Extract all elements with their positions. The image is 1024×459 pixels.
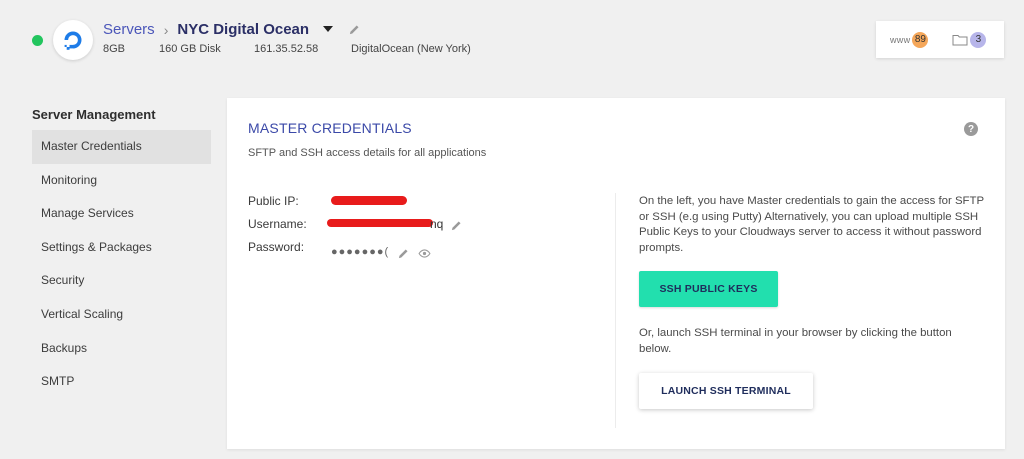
server-provider: DigitalOcean (New York): [351, 43, 471, 55]
sidebar-item-vertical-scaling[interactable]: Vertical Scaling: [32, 298, 211, 332]
www-icon: www: [890, 34, 911, 45]
folders-badge[interactable]: 3: [952, 31, 987, 48]
sidebar-nav: Master Credentials Monitoring Manage Ser…: [32, 130, 211, 399]
server-disk: 160 GB Disk: [159, 43, 221, 55]
password-masked-value: ●●●●●●●(: [331, 246, 390, 258]
server-ip: 161.35.52.58: [254, 43, 319, 55]
edit-server-name-pencil-icon[interactable]: [349, 24, 360, 35]
launch-ssh-terminal-button[interactable]: LAUNCH SSH TERMINAL: [639, 373, 813, 409]
sidebar-item-monitoring[interactable]: Monitoring: [32, 164, 211, 198]
panel-subtitle: SFTP and SSH access details for all appl…: [248, 147, 487, 159]
folder-icon: [952, 33, 968, 46]
server-name: NYC Digital Ocean: [177, 21, 310, 38]
edit-username-pencil-icon[interactable]: [451, 220, 462, 231]
public-ip-label: Public IP:: [248, 194, 299, 208]
show-password-eye-icon[interactable]: [418, 249, 431, 258]
username-visible-tail: nq: [430, 217, 444, 231]
breadcrumb-servers-link[interactable]: Servers: [103, 21, 155, 38]
sidebar-item-settings-packages[interactable]: Settings & Packages: [32, 231, 211, 265]
username-value-redacted: [327, 219, 433, 227]
breadcrumb: Servers › NYC Digital Ocean: [103, 21, 360, 38]
sidebar-item-manage-services[interactable]: Manage Services: [32, 197, 211, 231]
public-ip-value-redacted: [331, 196, 407, 205]
applications-count: 89: [912, 31, 929, 48]
digitalocean-logo-icon: [53, 20, 93, 60]
panel-title: MASTER CREDENTIALS: [248, 120, 412, 136]
folders-count: 3: [970, 31, 987, 48]
edit-password-pencil-icon[interactable]: [398, 248, 409, 259]
chevron-right-icon: ›: [163, 21, 169, 38]
ssh-info-text: On the left, you have Master credentials…: [639, 195, 984, 254]
server-dropdown-caret-icon[interactable]: [323, 25, 334, 32]
sidebar-title: Server Management: [32, 107, 156, 122]
server-badges: www 89 3: [876, 21, 1004, 58]
master-credentials-panel: MASTER CREDENTIALS SFTP and SSH access d…: [227, 98, 1005, 449]
ssh-public-keys-button[interactable]: SSH PUBLIC KEYS: [639, 271, 778, 307]
server-ram: 8GB: [103, 43, 126, 55]
panel-divider: [615, 193, 616, 428]
server-status-dot: [32, 35, 43, 46]
password-label: Password:: [248, 240, 305, 254]
help-question-icon[interactable]: ?: [964, 122, 978, 136]
applications-badge[interactable]: www 89: [890, 31, 929, 48]
username-label: Username:: [248, 217, 307, 231]
sidebar-item-master-credentials[interactable]: Master Credentials: [32, 130, 211, 164]
launch-ssh-info-text: Or, launch SSH terminal in your browser …: [639, 327, 952, 355]
sidebar-item-security[interactable]: Security: [32, 264, 211, 298]
sidebar-item-backups[interactable]: Backups: [32, 332, 211, 366]
sidebar-item-smtp[interactable]: SMTP: [32, 365, 211, 399]
